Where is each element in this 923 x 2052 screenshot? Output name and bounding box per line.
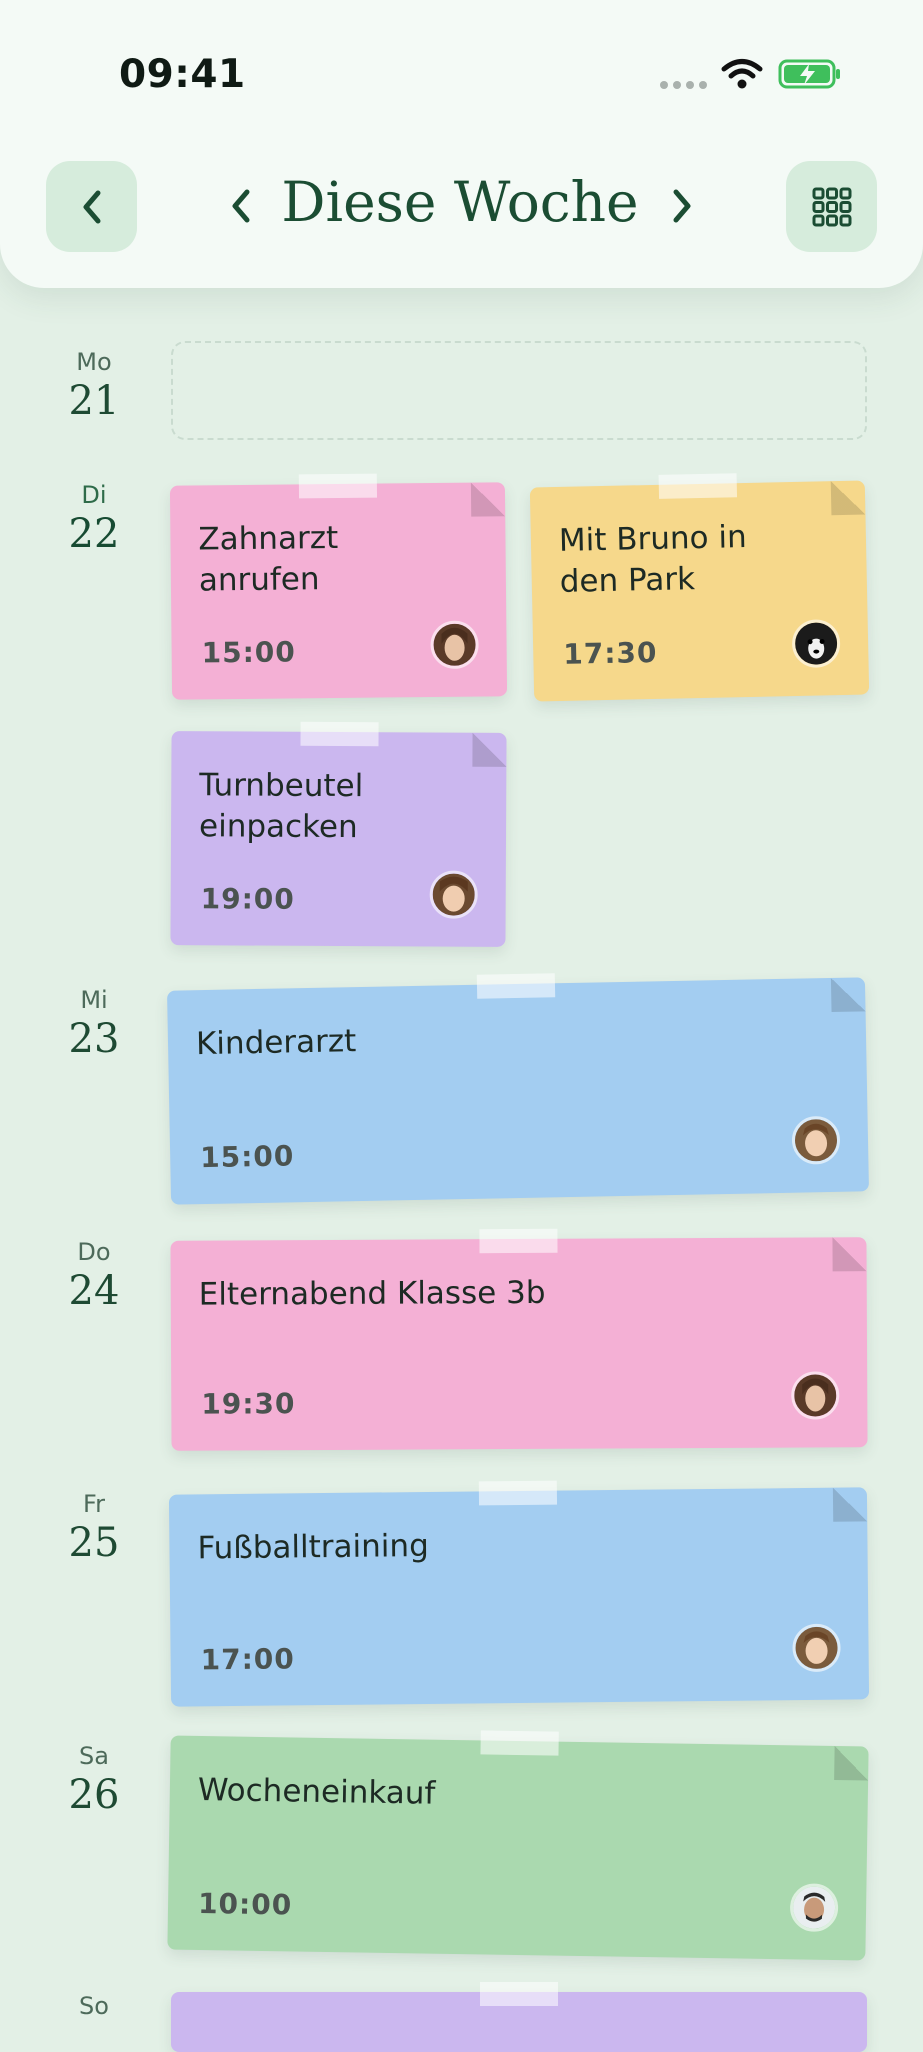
note-card[interactable]: Wocheneinkauf 10:00 — [167, 1730, 869, 1961]
note-title: Kinderarzt — [195, 1023, 357, 1063]
note-title: Zahnarzt anrufen — [198, 520, 339, 599]
day-label-thursday: Do 24 — [50, 1238, 138, 1314]
note-time: 10:00 — [197, 1886, 293, 1922]
empty-day-slot[interactable] — [171, 341, 867, 440]
cellular-signal-icon — [660, 81, 707, 89]
note-title: Fußballtraining — [197, 1527, 429, 1567]
note-time: 19:00 — [200, 882, 295, 916]
back-button[interactable] — [46, 161, 137, 252]
battery-charging-icon — [778, 59, 840, 89]
day-date: 21 — [68, 378, 120, 424]
day-name: Sa — [79, 1742, 109, 1770]
girl-avatar — [791, 1371, 840, 1420]
tape-strip — [478, 1480, 558, 1506]
day-name: Mo — [76, 348, 112, 376]
tape-strip — [658, 473, 737, 499]
folded-corner — [470, 482, 506, 517]
note-time: 17:00 — [200, 1642, 295, 1677]
chevron-left-icon — [83, 190, 100, 223]
child-avatar — [429, 870, 478, 919]
boy-avatar — [791, 1115, 841, 1165]
note-title: Elternabend Klasse 3b — [198, 1274, 546, 1313]
folded-corner — [830, 977, 866, 1012]
note-time: 19:30 — [201, 1387, 296, 1421]
top-bar: 09:41 Diese Woche — [0, 0, 923, 288]
folded-corner — [832, 1487, 868, 1522]
grid-view-button[interactable] — [786, 161, 877, 252]
chevron-left-icon — [232, 189, 250, 223]
day-name: So — [79, 1992, 109, 2020]
tape-strip — [298, 473, 377, 499]
page-title: Diese Woche — [281, 170, 639, 234]
boy-avatar — [792, 1623, 841, 1673]
note-card[interactable]: Elternabend Klasse 3b 19:30 — [170, 1228, 868, 1451]
day-name: Fr — [83, 1490, 105, 1518]
note-title: Mit Bruno in den Park — [558, 519, 748, 600]
wifi-icon — [721, 59, 763, 89]
folded-corner — [472, 732, 507, 767]
day-date: 26 — [68, 1772, 120, 1818]
note-card[interactable]: Kinderarzt 15:00 — [167, 973, 869, 1205]
girl-avatar — [430, 620, 479, 670]
day-label-wednesday: Mi 23 — [50, 986, 138, 1062]
day-label-saturday: Sa 26 — [50, 1742, 138, 1818]
tape-strip — [479, 1228, 558, 1254]
day-name: Do — [77, 1238, 111, 1266]
chevron-right-icon — [673, 189, 691, 223]
tape-strip — [476, 973, 556, 999]
next-week-button[interactable] — [662, 180, 702, 232]
note-card[interactable]: Turnbeutel einpacken 19:00 — [170, 721, 507, 947]
status-time: 09:41 — [119, 52, 246, 97]
grid-icon — [812, 187, 851, 226]
day-name: Mi — [80, 986, 108, 1014]
folded-corner — [830, 480, 866, 516]
day-label-tuesday: Di 22 — [50, 481, 138, 557]
day-label-monday: Mo 21 — [50, 348, 138, 424]
day-label-sunday: So — [50, 1992, 138, 2020]
man-avatar — [789, 1883, 839, 1933]
note-title: Turnbeutel einpacken — [198, 767, 364, 846]
note-card[interactable]: Zahnarzt anrufen 15:00 — [169, 473, 508, 700]
note-card[interactable]: Mit Bruno in den Park 17:30 — [529, 473, 870, 702]
note-time: 15:00 — [201, 635, 296, 670]
tape-strip — [480, 1730, 559, 1756]
day-date: 25 — [68, 1520, 120, 1566]
day-name: Di — [81, 481, 107, 509]
note-title: Wocheneinkauf — [197, 1771, 436, 1812]
day-date: 24 — [68, 1268, 120, 1314]
day-label-friday: Fr 25 — [50, 1490, 138, 1566]
day-date: 23 — [68, 1016, 120, 1062]
previous-week-button[interactable] — [221, 180, 261, 232]
dog-avatar — [791, 619, 841, 669]
day-date: 22 — [68, 511, 120, 557]
note-card-partial[interactable] — [171, 1982, 867, 2052]
tape-strip — [480, 1982, 558, 2006]
folded-corner — [834, 1745, 869, 1781]
note-time: 15:00 — [199, 1139, 295, 1175]
note-card[interactable]: Fußballtraining 17:00 — [168, 1480, 870, 1707]
tape-strip — [299, 721, 379, 747]
folded-corner — [832, 1237, 867, 1272]
note-time: 17:30 — [562, 635, 658, 671]
